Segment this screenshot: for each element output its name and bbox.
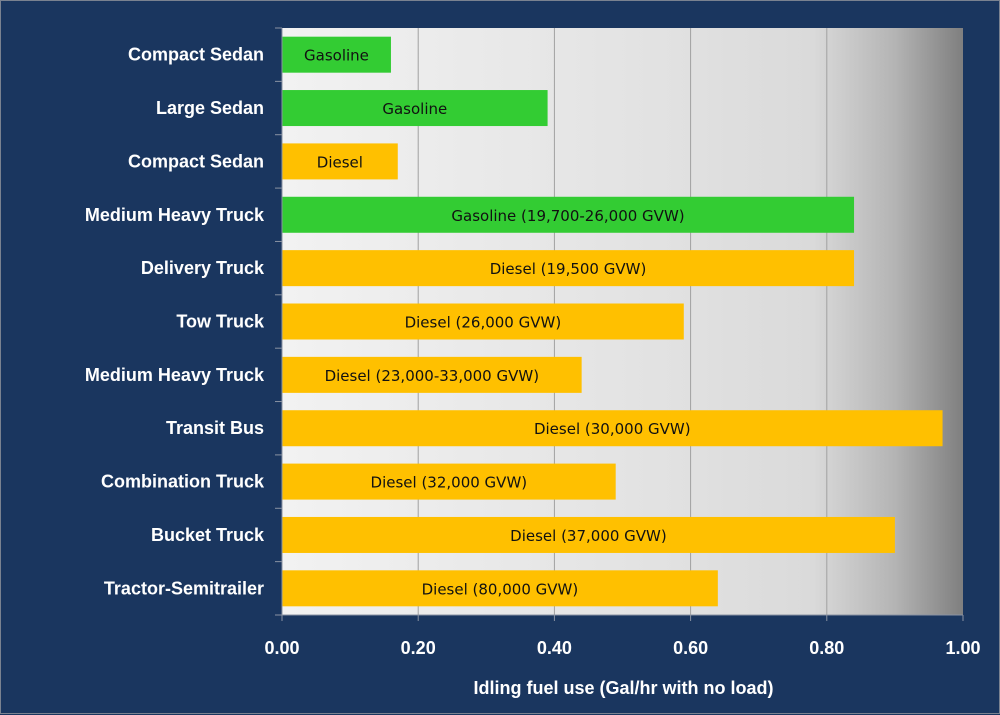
bar-label: Diesel (37,000 GVW) bbox=[510, 527, 667, 545]
bar-label: Gasoline bbox=[304, 47, 369, 65]
category-label: Bucket Truck bbox=[151, 525, 265, 545]
bar-label: Diesel bbox=[317, 153, 363, 171]
x-tick-label: 0.20 bbox=[401, 638, 436, 658]
x-tick-label: 0.80 bbox=[809, 638, 844, 658]
category-labels: Compact Sedan Large Sedan Compact Sedan Med… bbox=[85, 45, 265, 599]
bar-label: Gasoline bbox=[382, 100, 447, 118]
bar-label: Diesel (26,000 GVW) bbox=[405, 314, 562, 332]
category-label: Combination Truck bbox=[101, 472, 265, 492]
category-label: Large Sedan bbox=[156, 98, 264, 118]
bar-label: Diesel (19,500 GVW) bbox=[490, 260, 647, 278]
bar-label: Diesel (80,000 GVW) bbox=[422, 580, 579, 598]
x-axis-title: Idling fuel use (Gal/hr with no load) bbox=[474, 678, 774, 698]
category-label: Medium Heavy Truck bbox=[85, 205, 265, 225]
x-tick-label: 0.00 bbox=[264, 638, 299, 658]
category-label: Delivery Truck bbox=[141, 258, 265, 278]
chart-frame: Gasoline Gasoline Diesel Gasoline (19,700-2… bbox=[0, 0, 1000, 714]
x-tick-label: 0.60 bbox=[673, 638, 708, 658]
bar-label: Diesel (32,000 GVW) bbox=[371, 474, 528, 492]
x-tick-labels: 0.00 0.20 0.40 0.60 0.80 1.00 bbox=[264, 638, 980, 658]
category-label: Compact Sedan bbox=[128, 45, 264, 65]
category-label: Tractor-Semitrailer bbox=[104, 578, 264, 598]
category-label: Tow Truck bbox=[176, 312, 265, 332]
x-tick-label: 0.40 bbox=[537, 638, 572, 658]
category-label: Medium Heavy Truck bbox=[85, 365, 265, 385]
bar-label: Gasoline (19,700-26,000 GVW) bbox=[451, 207, 684, 225]
category-label: Compact Sedan bbox=[128, 151, 264, 171]
bar-label: Diesel (23,000-33,000 GVW) bbox=[325, 367, 540, 385]
category-label: Transit Bus bbox=[166, 418, 264, 438]
x-tick-label: 1.00 bbox=[945, 638, 980, 658]
bar-chart: Gasoline Gasoline Diesel Gasoline (19,700-2… bbox=[85, 27, 981, 698]
bar-label: Diesel (30,000 GVW) bbox=[534, 420, 691, 438]
